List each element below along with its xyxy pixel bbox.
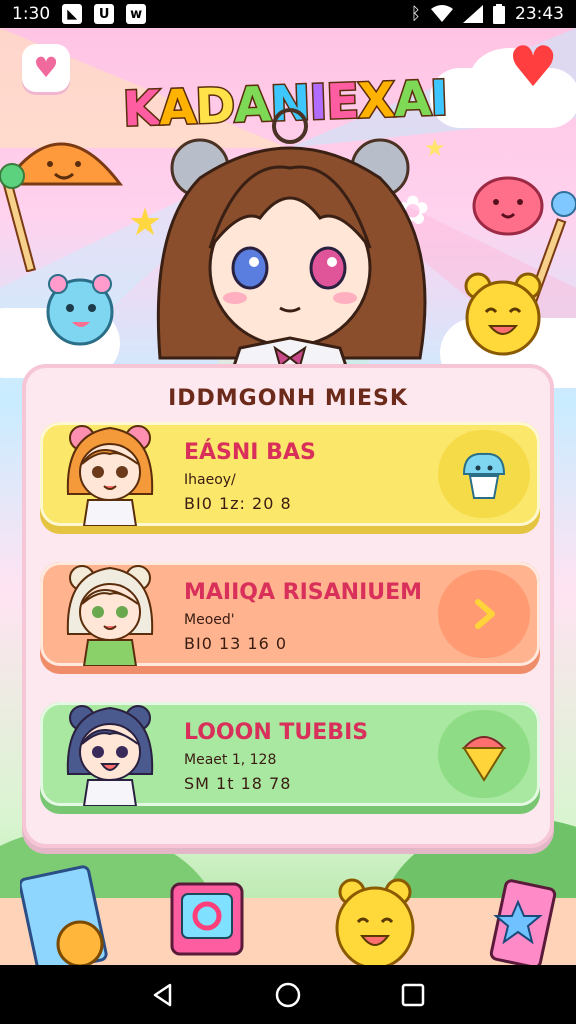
heart-icon: ♥ [508, 35, 559, 100]
battery-icon [493, 4, 505, 24]
gift-box-icon [170, 882, 244, 956]
menu-title: IDDMGONH MIESK [168, 386, 408, 411]
star-block-icon [489, 879, 557, 965]
status-bar: 1:30 ◣ U w ᛒ 23:43 [0, 0, 576, 28]
level-subtitle: Meoed' [184, 612, 235, 628]
level-menu: IDDMGONH MIESK EÁSNI BAS Ihaeoy/ BI0 1z:… [22, 364, 554, 848]
favorites-button[interactable]: ♥ [22, 44, 70, 92]
lollipop-icon [0, 163, 37, 272]
level-item[interactable]: EÁSNI BAS Ihaeoy/ BI0 1z: 20 8 [40, 422, 540, 534]
home-button[interactable] [268, 975, 308, 1015]
navigation-bar [0, 965, 576, 1024]
cupcake-icon [462, 452, 506, 499]
level-subtitle: Ihaeoy/ [184, 472, 236, 488]
level-action-button[interactable] [438, 570, 530, 658]
notification-icon: ◣ [62, 4, 83, 24]
pink-creature [472, 176, 544, 236]
status-clock: 23:43 [515, 4, 564, 24]
heart-icon: ♥ [33, 51, 59, 84]
avatar [66, 425, 154, 526]
signal-icon [463, 5, 483, 23]
level-action-button[interactable] [438, 710, 530, 798]
level-subtitle: Meaet 1, 128 [184, 752, 277, 768]
back-button[interactable] [143, 975, 183, 1015]
back-icon [153, 983, 171, 1006]
level-item[interactable]: LOOON TUEBIS Meaet 1, 128 SM 1t 18 78 [40, 702, 540, 814]
chevron-right-icon [475, 599, 495, 629]
level-action-button[interactable] [438, 430, 530, 518]
level-name: EÁSNI BAS [184, 440, 316, 465]
blue-blob-creature [46, 274, 114, 346]
yellow-bear-creature [464, 272, 542, 356]
level-time: SM 1t 18 78 [184, 774, 292, 793]
wifi-icon [431, 5, 453, 22]
recents-icon [402, 983, 425, 1006]
app-icon: w [126, 4, 147, 24]
app-icon: U [94, 4, 115, 24]
main-character [156, 108, 427, 378]
level-item[interactable]: MAIIQA RISANIUEM Meoed' BI0 13 16 0 [40, 562, 540, 674]
bluetooth-icon: ᛒ [410, 4, 421, 24]
recents-button[interactable] [393, 975, 433, 1015]
level-time: BI0 13 16 0 [184, 634, 288, 653]
level-name: MAIIQA RISANIUEM [184, 580, 423, 605]
status-time: 1:30 [12, 4, 51, 24]
game-screen: ♥ ♥ KADANIEXAI ★ ★ ✿ IDDMGONH MIESK EÁSN… [0, 28, 576, 965]
level-name: LOOON TUEBIS [184, 720, 369, 745]
level-time: BI0 1z: 20 8 [184, 494, 292, 513]
home-icon [275, 982, 301, 1007]
avatar [66, 705, 154, 806]
ice-cream-icon [461, 736, 507, 782]
avatar [66, 565, 154, 666]
card-item-icon [20, 865, 108, 965]
yellow-bear-creature [335, 878, 415, 965]
